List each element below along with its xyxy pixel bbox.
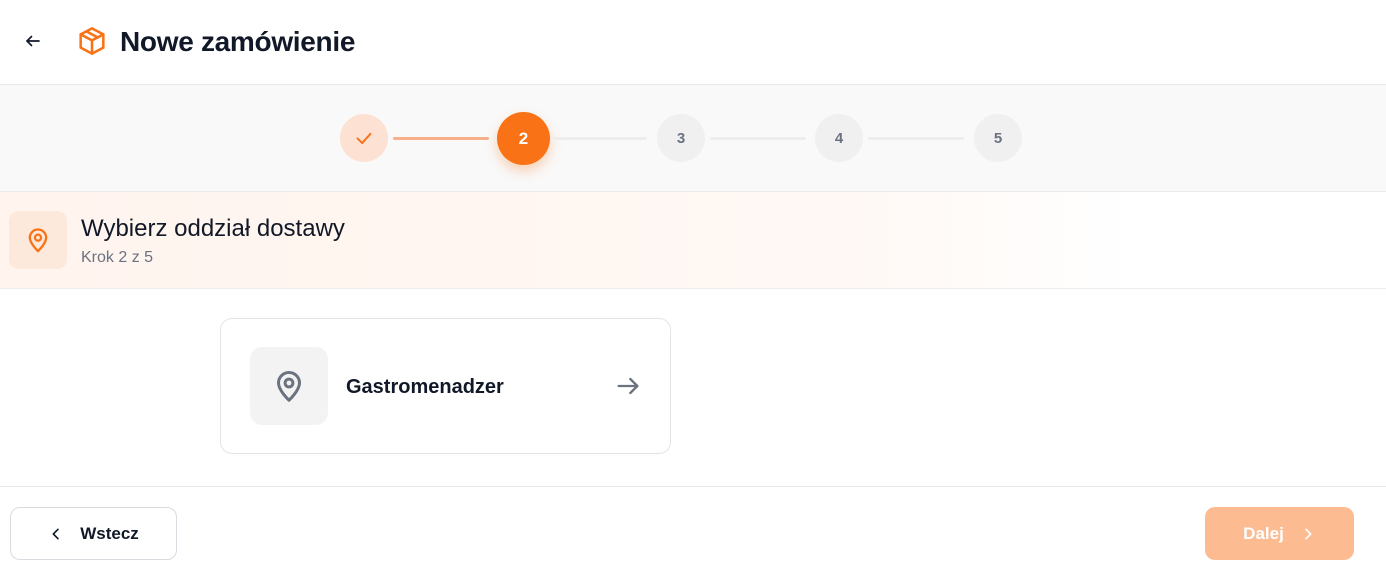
step-4: 4 xyxy=(815,114,863,162)
back-button[interactable]: Wstecz xyxy=(10,507,177,560)
arrow-left-icon xyxy=(26,35,40,47)
map-pin-icon xyxy=(277,371,301,402)
next-button[interactable]: Dalej xyxy=(1205,507,1354,560)
back-nav-button[interactable] xyxy=(18,26,48,56)
section-icon-badge xyxy=(9,211,67,269)
page-title: Nowe zamówienie xyxy=(120,26,356,57)
section-title: Wybierz oddział dostawy xyxy=(81,215,345,242)
chevron-right-icon xyxy=(1305,528,1312,539)
package-box-icon xyxy=(79,27,105,55)
step-1-completed[interactable] xyxy=(340,114,388,162)
progress-stepper: 2 3 4 5 xyxy=(0,85,1386,192)
back-button-label: Wstecz xyxy=(80,523,139,543)
step-5: 5 xyxy=(974,114,1022,162)
step-connector-completed xyxy=(393,137,489,140)
step-connector xyxy=(710,137,806,140)
step-connector xyxy=(868,137,964,140)
section-header: Wybierz oddział dostawy Krok 2 z 5 xyxy=(0,192,1386,289)
arrow-right-icon xyxy=(617,377,639,395)
branch-option-card[interactable]: Gastromenadzer xyxy=(220,318,671,454)
check-icon xyxy=(356,132,372,145)
step-counter: Krok 2 z 5 xyxy=(81,249,154,266)
footer-actions: Wstecz Dalej xyxy=(0,486,1386,567)
app-header: Nowe zamówienie xyxy=(0,0,1386,85)
step-3: 3 xyxy=(657,114,705,162)
step-connector xyxy=(553,137,647,140)
step-2-active: 2 xyxy=(497,112,550,165)
map-pin-icon xyxy=(28,228,48,253)
branch-name: Gastromenadzer xyxy=(346,376,504,398)
branch-icon-badge xyxy=(250,347,328,425)
chevron-left-icon xyxy=(52,528,60,539)
next-button-label: Dalej xyxy=(1243,523,1284,543)
